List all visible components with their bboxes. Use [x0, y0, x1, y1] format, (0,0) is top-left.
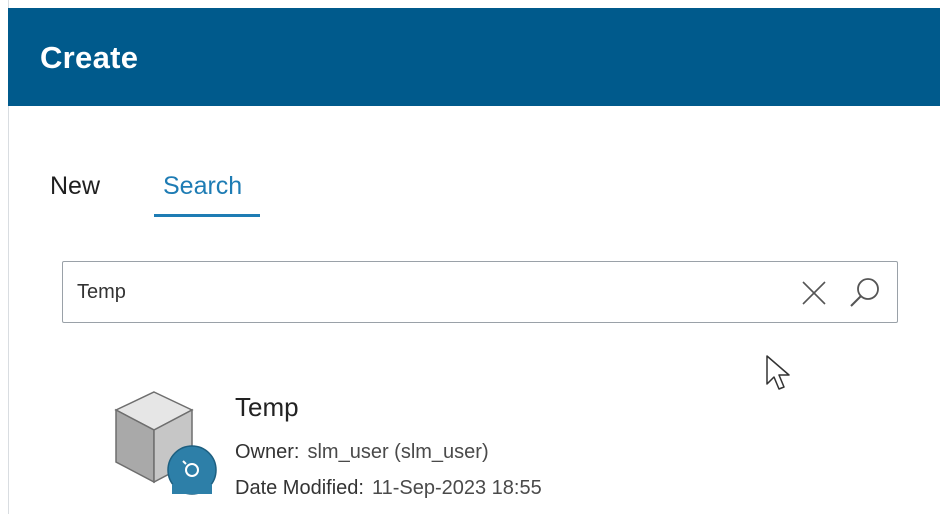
template-cube-icon [114, 391, 217, 495]
create-dialog: Create New Search Temp Temp Owner: slm_u… [0, 0, 940, 514]
clear-search-button[interactable] [799, 278, 829, 308]
template-badge-icon [167, 445, 217, 495]
date-modified-value: 11-Sep-2023 18:55 [371, 477, 542, 499]
result-date-modified: Date Modified: 11-Sep-2023 18:55 [235, 477, 542, 500]
active-tab-indicator [154, 214, 260, 217]
date-modified-label: Date Modified: [235, 477, 364, 499]
owner-label: Owner: [235, 441, 300, 463]
tab-search[interactable]: Search [163, 172, 242, 201]
search-input[interactable] [77, 276, 777, 308]
search-button[interactable] [847, 276, 883, 310]
result-owner: Owner: slm_user (slm_user) [235, 441, 489, 464]
close-icon [802, 281, 826, 305]
search-box [62, 261, 898, 323]
magnifier-icon [850, 278, 879, 307]
dialog-header: Create [8, 8, 940, 106]
dialog-title: Create [40, 40, 139, 75]
owner-value: slm_user (slm_user) [307, 441, 489, 463]
tab-new[interactable]: New [50, 172, 100, 201]
result-item[interactable]: Temp Owner: slm_user (slm_user) Date Modi… [110, 380, 810, 510]
result-title: Temp [235, 392, 299, 422]
